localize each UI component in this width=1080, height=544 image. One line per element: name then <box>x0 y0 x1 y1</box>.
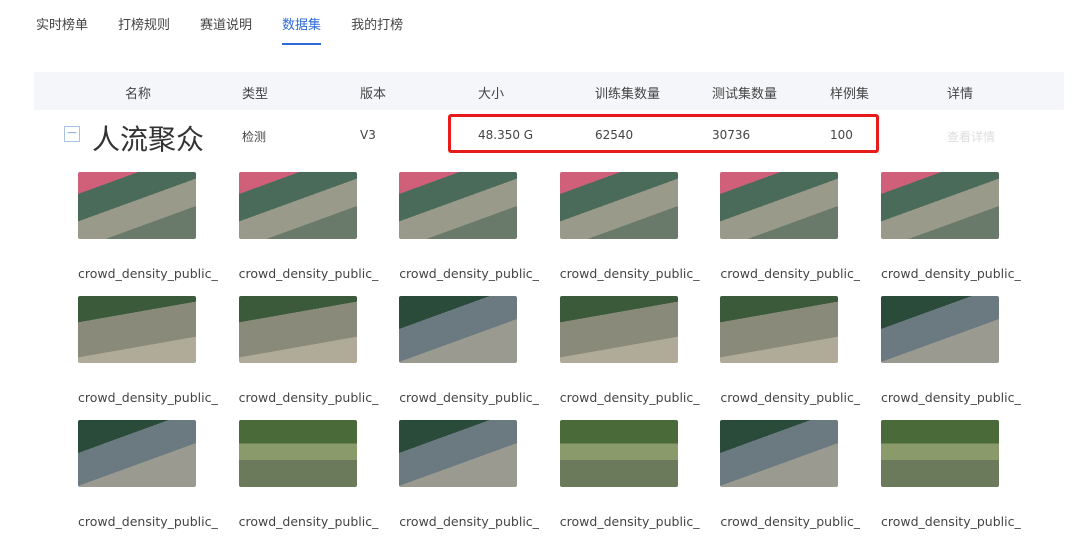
image-caption: crowd_density_public_... <box>78 514 218 529</box>
tab-bar: 实时榜单 打榜规则 赛道说明 数据集 我的打榜 <box>36 14 433 45</box>
image-card[interactable]: crowd_density_public_... <box>238 296 379 420</box>
tab-leaderboard[interactable]: 实时榜单 <box>36 14 88 45</box>
image-caption: crowd_density_public_... <box>238 514 379 529</box>
image-grid: crowd_density_public_... crowd_density_pu… <box>78 172 1021 544</box>
header-size: 大小 <box>478 87 505 102</box>
image-caption: crowd_density_public_... <box>880 514 1021 529</box>
image-thumbnail[interactable] <box>720 296 839 363</box>
image-thumbnail[interactable] <box>559 172 678 239</box>
image-thumbnail[interactable] <box>238 420 357 487</box>
image-thumbnail[interactable] <box>880 420 999 487</box>
image-card[interactable]: crowd_density_public_... <box>399 172 539 296</box>
image-caption: crowd_density_public_... <box>720 266 861 281</box>
image-thumbnail[interactable] <box>238 172 357 239</box>
image-thumbnail[interactable] <box>559 420 678 487</box>
table-header: 名称 类型 版本 大小 训练集数量 测试集数量 样例集 详情 <box>34 72 1064 110</box>
tab-dataset[interactable]: 数据集 <box>282 14 322 45</box>
image-caption: crowd_density_public_... <box>238 266 379 281</box>
image-card[interactable]: crowd_density_public_... <box>559 296 700 420</box>
image-caption: crowd_density_public_... <box>238 390 379 405</box>
image-card[interactable]: crowd_density_public_... <box>720 296 860 420</box>
image-thumbnail[interactable] <box>720 420 839 487</box>
header-details: 详情 <box>947 87 974 102</box>
highlight-box <box>448 114 879 153</box>
image-caption: crowd_density_public_... <box>78 390 218 405</box>
image-caption: crowd_density_public_... <box>880 390 1021 405</box>
image-thumbnail[interactable] <box>78 420 196 487</box>
image-thumbnail[interactable] <box>78 172 196 239</box>
image-thumbnail[interactable] <box>559 296 678 363</box>
image-thumbnail[interactable] <box>399 172 518 239</box>
image-card[interactable]: crowd_density_public_... <box>78 296 218 420</box>
dataset-version: V3 <box>360 128 376 142</box>
image-caption: crowd_density_public_... <box>399 514 540 529</box>
image-card[interactable]: crowd_density_public_... <box>78 420 218 544</box>
image-card[interactable]: crowd_density_public_... <box>399 420 539 544</box>
image-caption: crowd_density_public_... <box>559 266 700 281</box>
image-thumbnail[interactable] <box>399 296 518 363</box>
image-thumbnail[interactable] <box>238 296 357 363</box>
image-caption: crowd_density_public_... <box>399 390 540 405</box>
image-card[interactable]: crowd_density_public_... <box>399 296 539 420</box>
image-thumbnail[interactable] <box>880 296 999 363</box>
image-thumbnail[interactable] <box>78 296 196 363</box>
image-card[interactable]: crowd_density_public_... <box>720 172 860 296</box>
image-card[interactable]: crowd_density_public_... <box>78 172 218 296</box>
image-thumbnail[interactable] <box>399 420 518 487</box>
header-test-count: 测试集数量 <box>712 87 778 102</box>
image-caption: crowd_density_public_... <box>559 514 700 529</box>
image-caption: crowd_density_public_... <box>720 390 861 405</box>
header-train-count: 训练集数量 <box>595 87 661 102</box>
image-caption: crowd_density_public_... <box>880 266 1021 281</box>
header-type: 类型 <box>242 87 269 102</box>
header-version: 版本 <box>360 87 387 102</box>
image-thumbnail[interactable] <box>880 172 999 239</box>
image-caption: crowd_density_public_... <box>720 514 861 529</box>
image-card[interactable]: crowd_density_public_... <box>720 420 860 544</box>
collapse-icon[interactable]: − <box>64 126 80 142</box>
header-name: 名称 <box>125 87 152 102</box>
image-caption: crowd_density_public_... <box>559 390 700 405</box>
tab-track-info[interactable]: 赛道说明 <box>200 14 252 45</box>
image-card[interactable]: crowd_density_public_... <box>238 172 379 296</box>
tab-my-submissions[interactable]: 我的打榜 <box>351 14 403 45</box>
image-card[interactable]: crowd_density_public_... <box>559 172 700 296</box>
image-caption: crowd_density_public_... <box>78 266 218 281</box>
details-link[interactable]: 查看详情 <box>947 128 995 145</box>
image-caption: crowd_density_public_... <box>399 266 540 281</box>
image-card[interactable]: crowd_density_public_... <box>880 296 1021 420</box>
dataset-name: 人流聚众 <box>92 123 205 156</box>
dataset-type: 检测 <box>242 130 267 144</box>
image-card[interactable]: crowd_density_public_... <box>880 420 1021 544</box>
image-card[interactable]: crowd_density_public_... <box>238 420 379 544</box>
image-thumbnail[interactable] <box>720 172 839 239</box>
image-card[interactable]: crowd_density_public_... <box>880 172 1021 296</box>
header-samples: 样例集 <box>830 87 870 102</box>
image-card[interactable]: crowd_density_public_... <box>559 420 700 544</box>
tab-rules[interactable]: 打榜规则 <box>118 14 170 45</box>
